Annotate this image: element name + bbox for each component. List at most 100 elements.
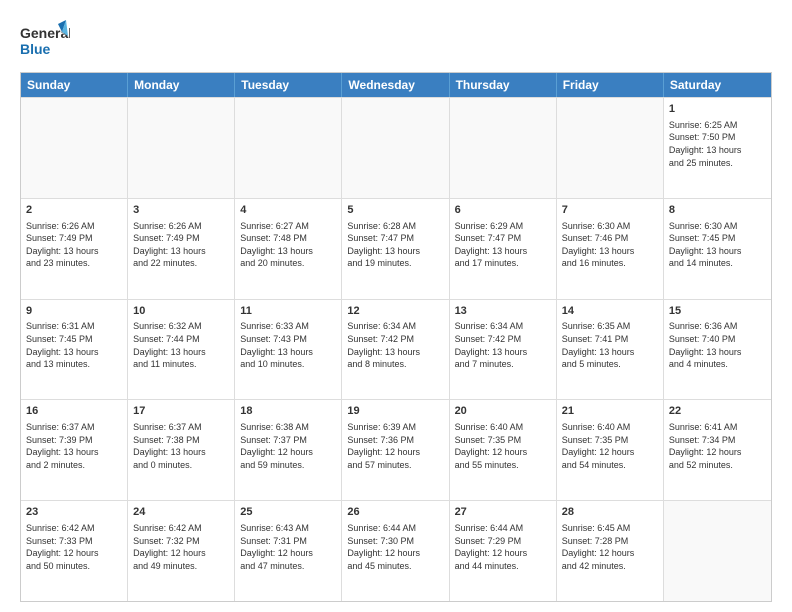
day-header-wednesday: Wednesday [342,73,449,97]
day-number: 10 [133,304,229,319]
calendar-day-25: 25 Sunrise: 6:43 AM Sunset: 7:31 PM Dayli… [235,501,342,601]
calendar-row-5: 23 Sunrise: 6:42 AM Sunset: 7:33 PM Dayli… [21,500,771,601]
calendar-day-21: 21 Sunrise: 6:40 AM Sunset: 7:35 PM Dayli… [557,400,664,500]
calendar-day-10: 10Sunrise: 6:32 AM Sunset: 7:44 PM Dayli… [128,300,235,400]
calendar-body: 1 Sunrise: 6:25 AM Sunset: 7:50 PM Daylig… [21,97,771,601]
calendar-day-27: 27Sunrise: 6:44 AM Sunset: 7:29 PM Dayli… [450,501,557,601]
calendar-day-24: 24 Sunrise: 6:42 AM Sunset: 7:32 PM Dayli… [128,501,235,601]
calendar-day-18: 18Sunrise: 6:38 AM Sunset: 7:37 PM Dayli… [235,400,342,500]
day-number: 11 [240,304,336,319]
day-number: 7 [562,203,658,218]
logo-svg: General Blue [20,20,70,64]
day-number: 22 [669,404,766,419]
calendar-day-20: 20Sunrise: 6:40 AM Sunset: 7:35 PM Dayli… [450,400,557,500]
day-info: Sunrise: 6:26 AM Sunset: 7:49 PM Dayligh… [133,220,229,270]
day-info: Sunrise: 6:32 AM Sunset: 7:44 PM Dayligh… [133,320,229,370]
calendar-day-8: 8 Sunrise: 6:30 AM Sunset: 7:45 PM Daylig… [664,199,771,299]
day-number: 6 [455,203,551,218]
day-info: Sunrise: 6:42 AM Sunset: 7:33 PM Dayligh… [26,522,122,572]
day-info: Sunrise: 6:41 AM Sunset: 7:34 PM Dayligh… [669,421,766,471]
day-number: 9 [26,304,122,319]
calendar-day-9: 9Sunrise: 6:31 AM Sunset: 7:45 PM Daylig… [21,300,128,400]
day-header-saturday: Saturday [664,73,771,97]
day-number: 19 [347,404,443,419]
day-number: 5 [347,203,443,218]
svg-text:Blue: Blue [20,41,51,57]
day-header-tuesday: Tuesday [235,73,342,97]
day-number: 26 [347,505,443,520]
calendar-empty-cell [235,98,342,198]
calendar-day-16: 16Sunrise: 6:37 AM Sunset: 7:39 PM Dayli… [21,400,128,500]
day-info: Sunrise: 6:29 AM Sunset: 7:47 PM Dayligh… [455,220,551,270]
day-info: Sunrise: 6:25 AM Sunset: 7:50 PM Dayligh… [669,119,766,169]
day-info: Sunrise: 6:39 AM Sunset: 7:36 PM Dayligh… [347,421,443,471]
day-number: 24 [133,505,229,520]
calendar: SundayMondayTuesdayWednesdayThursdayFrid… [20,72,772,602]
day-number: 27 [455,505,551,520]
calendar-empty-cell [342,98,449,198]
calendar-day-26: 26 Sunrise: 6:44 AM Sunset: 7:30 PM Dayli… [342,501,449,601]
calendar-row-3: 9Sunrise: 6:31 AM Sunset: 7:45 PM Daylig… [21,299,771,400]
calendar-day-1: 1 Sunrise: 6:25 AM Sunset: 7:50 PM Daylig… [664,98,771,198]
day-number: 25 [240,505,336,520]
calendar-day-23: 23 Sunrise: 6:42 AM Sunset: 7:33 PM Dayli… [21,501,128,601]
calendar-row-1: 1 Sunrise: 6:25 AM Sunset: 7:50 PM Daylig… [21,97,771,198]
calendar-day-6: 6 Sunrise: 6:29 AM Sunset: 7:47 PM Daylig… [450,199,557,299]
calendar-empty-cell [450,98,557,198]
day-info: Sunrise: 6:34 AM Sunset: 7:42 PM Dayligh… [455,320,551,370]
calendar-day-3: 3 Sunrise: 6:26 AM Sunset: 7:49 PM Daylig… [128,199,235,299]
day-info: Sunrise: 6:40 AM Sunset: 7:35 PM Dayligh… [562,421,658,471]
day-info: Sunrise: 6:26 AM Sunset: 7:49 PM Dayligh… [26,220,122,270]
day-number: 21 [562,404,658,419]
header: General Blue [20,16,772,64]
calendar-row-4: 16Sunrise: 6:37 AM Sunset: 7:39 PM Dayli… [21,399,771,500]
calendar-day-17: 17 Sunrise: 6:37 AM Sunset: 7:38 PM Dayli… [128,400,235,500]
calendar-empty-cell [664,501,771,601]
day-info: Sunrise: 6:30 AM Sunset: 7:46 PM Dayligh… [562,220,658,270]
day-info: Sunrise: 6:40 AM Sunset: 7:35 PM Dayligh… [455,421,551,471]
day-info: Sunrise: 6:36 AM Sunset: 7:40 PM Dayligh… [669,320,766,370]
day-header-friday: Friday [557,73,664,97]
day-number: 4 [240,203,336,218]
day-number: 1 [669,102,766,117]
day-number: 3 [133,203,229,218]
day-number: 14 [562,304,658,319]
calendar-row-2: 2 Sunrise: 6:26 AM Sunset: 7:49 PM Daylig… [21,198,771,299]
day-header-thursday: Thursday [450,73,557,97]
calendar-day-15: 15Sunrise: 6:36 AM Sunset: 7:40 PM Dayli… [664,300,771,400]
day-info: Sunrise: 6:28 AM Sunset: 7:47 PM Dayligh… [347,220,443,270]
day-number: 23 [26,505,122,520]
calendar-day-28: 28 Sunrise: 6:45 AM Sunset: 7:28 PM Dayli… [557,501,664,601]
day-number: 28 [562,505,658,520]
day-info: Sunrise: 6:44 AM Sunset: 7:30 PM Dayligh… [347,522,443,572]
day-info: Sunrise: 6:35 AM Sunset: 7:41 PM Dayligh… [562,320,658,370]
calendar-empty-cell [557,98,664,198]
day-number: 17 [133,404,229,419]
day-number: 15 [669,304,766,319]
calendar-day-22: 22 Sunrise: 6:41 AM Sunset: 7:34 PM Dayli… [664,400,771,500]
day-number: 18 [240,404,336,419]
calendar-day-11: 11Sunrise: 6:33 AM Sunset: 7:43 PM Dayli… [235,300,342,400]
day-info: Sunrise: 6:45 AM Sunset: 7:28 PM Dayligh… [562,522,658,572]
day-info: Sunrise: 6:27 AM Sunset: 7:48 PM Dayligh… [240,220,336,270]
calendar-day-12: 12Sunrise: 6:34 AM Sunset: 7:42 PM Dayli… [342,300,449,400]
day-info: Sunrise: 6:31 AM Sunset: 7:45 PM Dayligh… [26,320,122,370]
day-number: 8 [669,203,766,218]
calendar-day-19: 19 Sunrise: 6:39 AM Sunset: 7:36 PM Dayli… [342,400,449,500]
day-info: Sunrise: 6:34 AM Sunset: 7:42 PM Dayligh… [347,320,443,370]
page: General Blue SundayMondayTuesdayWednesda… [0,0,792,612]
day-info: Sunrise: 6:37 AM Sunset: 7:38 PM Dayligh… [133,421,229,471]
day-number: 12 [347,304,443,319]
calendar-day-2: 2 Sunrise: 6:26 AM Sunset: 7:49 PM Daylig… [21,199,128,299]
calendar-day-4: 4 Sunrise: 6:27 AM Sunset: 7:48 PM Daylig… [235,199,342,299]
day-number: 13 [455,304,551,319]
calendar-day-7: 7 Sunrise: 6:30 AM Sunset: 7:46 PM Daylig… [557,199,664,299]
calendar-header: SundayMondayTuesdayWednesdayThursdayFrid… [21,73,771,97]
day-number: 16 [26,404,122,419]
day-number: 2 [26,203,122,218]
day-info: Sunrise: 6:43 AM Sunset: 7:31 PM Dayligh… [240,522,336,572]
day-info: Sunrise: 6:33 AM Sunset: 7:43 PM Dayligh… [240,320,336,370]
day-info: Sunrise: 6:42 AM Sunset: 7:32 PM Dayligh… [133,522,229,572]
logo: General Blue [20,20,70,64]
day-info: Sunrise: 6:30 AM Sunset: 7:45 PM Dayligh… [669,220,766,270]
